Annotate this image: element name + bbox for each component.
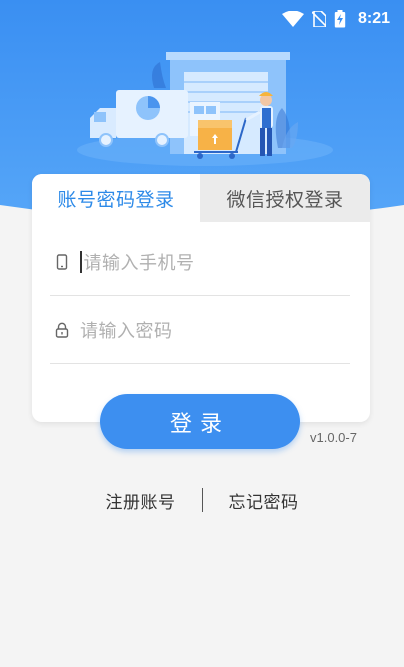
password-input-placeholder: 请输入密码 xyxy=(80,320,173,342)
no-sim-icon xyxy=(311,11,326,27)
status-bar: 8:21 xyxy=(0,0,404,38)
password-field[interactable]: 请输入密码 xyxy=(50,296,350,364)
lock-icon xyxy=(50,322,74,338)
register-link[interactable]: 注册账号 xyxy=(106,488,176,513)
footer-links: 注册账号 忘记密码 xyxy=(0,486,404,514)
tab-account-password[interactable]: 账号密码登录 xyxy=(32,174,200,222)
warehouse-illustration xyxy=(90,52,298,159)
phone-input-placeholder: 请输入手机号 xyxy=(83,252,195,274)
text-cursor xyxy=(80,250,82,273)
login-card: 账号密码登录 微信授权登录 请输入手机号 请输入密码 xyxy=(32,174,370,422)
phone-field[interactable]: 请输入手机号 xyxy=(50,228,350,296)
login-tabs: 账号密码登录 微信授权登录 xyxy=(32,174,370,222)
phone-icon xyxy=(50,253,74,270)
link-divider xyxy=(201,488,203,512)
login-button[interactable]: 登录 xyxy=(100,394,300,449)
version-label: v1.0.0-7 xyxy=(310,430,357,445)
battery-charging-icon xyxy=(334,10,346,28)
wifi-icon xyxy=(281,11,304,27)
forgot-password-link[interactable]: 忘记密码 xyxy=(229,488,299,513)
tab-wechat-auth[interactable]: 微信授权登录 xyxy=(200,174,370,222)
status-time: 8:21 xyxy=(357,10,390,27)
